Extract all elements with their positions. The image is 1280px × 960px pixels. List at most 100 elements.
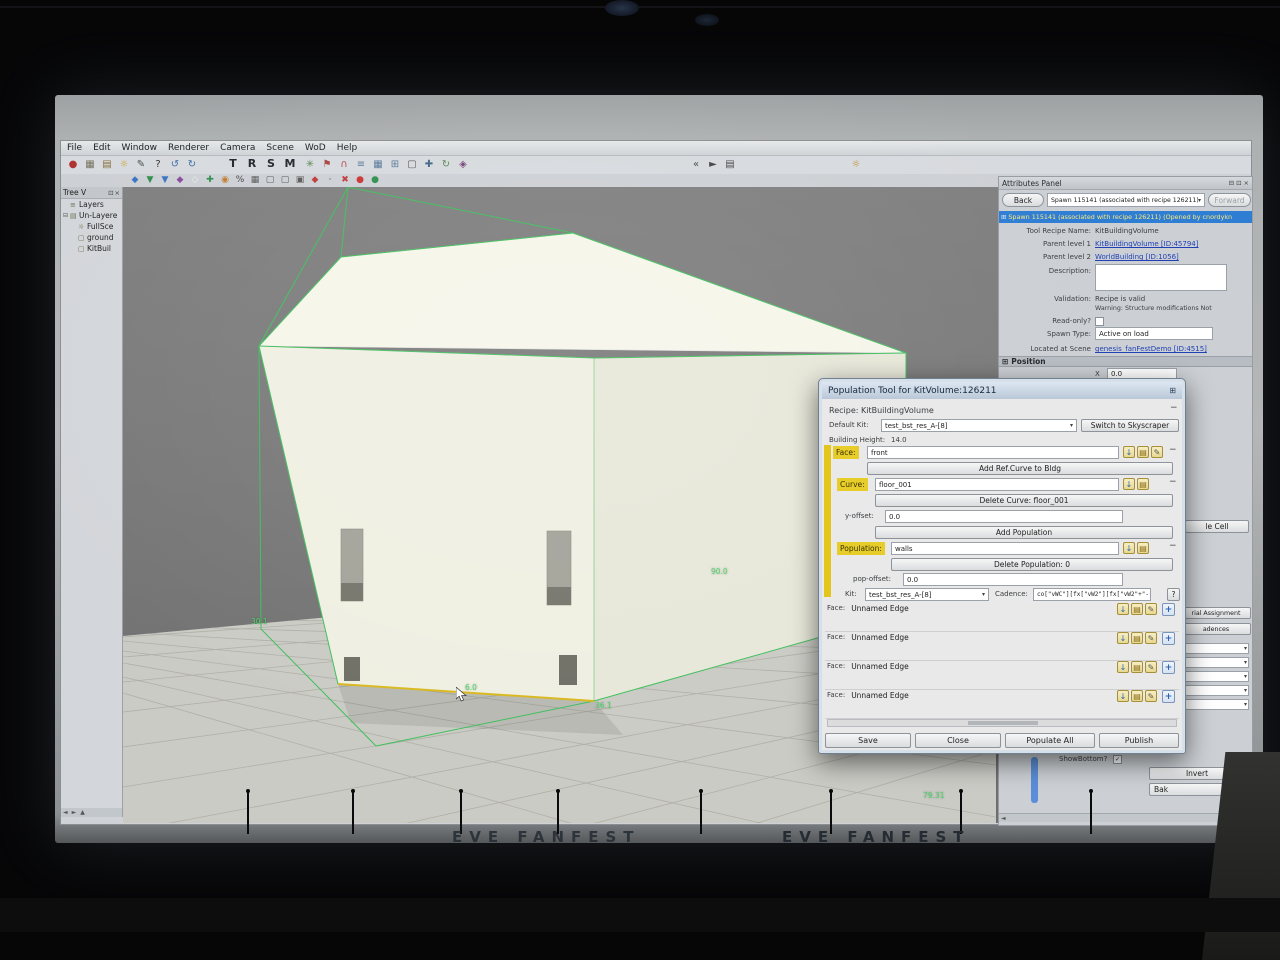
record-icon[interactable]: ● [66,158,80,172]
transform-mode-button[interactable]: T [225,157,241,170]
window-menu-icon[interactable]: ⊞ [1169,386,1176,395]
add-ref-curve-button[interactable]: Add Ref.Curve to Bldg [867,462,1173,475]
open-icon[interactable]: ▦ [83,158,97,172]
download-icon[interactable]: ↓ [1117,661,1129,673]
readonly-checkbox[interactable] [1095,317,1104,326]
download-icon[interactable]: ↓ [1123,446,1135,458]
cadence-field[interactable]: co["vWC"][fx["vW2"][fx["vW2"+"- ▾ [1033,588,1151,601]
pin-icon[interactable]: ⊟ [1229,179,1234,187]
face-row[interactable]: Face: Unnamed Edge ↓ ▤ ✎ + [825,661,1179,690]
kit-dropdown[interactable]: test_bst_res_A-[8] ▾ [865,588,989,601]
folder-icon[interactable]: ▤ [1131,632,1143,644]
dropdown-stub[interactable]: ▾ [1179,671,1249,682]
marker-red-icon[interactable]: ◆ [309,175,321,186]
add-face-icon[interactable]: + [1162,661,1175,674]
plant-icon[interactable]: ✳ [303,158,317,172]
play-icon[interactable]: ► [706,158,720,172]
edit-icon[interactable]: ✎ [1151,446,1163,458]
orbit-icon[interactable]: ◉ [219,175,231,186]
panel-horizontal-scrollbar[interactable]: ◄ ► [999,813,1252,822]
dialog-titlebar[interactable]: Population Tool for KitVolume:126211 ⊞ [822,382,1182,399]
expand-icon[interactable]: ⊞ [1002,357,1008,366]
camera-select-icon[interactable]: ◆ [129,175,141,186]
layers-list-icon[interactable]: ≡ [354,158,368,172]
y-offset-field[interactable]: 0.0 [885,510,1123,523]
add-face-icon[interactable]: + [1162,632,1175,645]
cadences-fragment[interactable]: adences [1181,623,1251,635]
diamond-outline-icon[interactable]: ◇ [189,175,201,186]
grid-toggle-icon[interactable]: ▦ [249,175,261,186]
close-icon[interactable]: × [1244,179,1249,187]
green-dot-icon[interactable]: ● [369,175,381,186]
folder-icon[interactable]: ▤ [1137,446,1149,458]
transform-mode-button[interactable]: R [244,157,260,170]
percent-icon[interactable]: % [234,175,246,186]
transform-mode-button[interactable]: M [282,157,298,170]
marquee-icon[interactable]: ▢ [405,158,419,172]
download-icon[interactable]: ↓ [1123,542,1135,554]
menu-item[interactable]: Help [337,143,358,153]
magnet-icon[interactable]: ∩ [337,158,351,172]
add-face-icon[interactable]: + [1162,603,1175,616]
film-icon[interactable]: ▤ [723,158,737,172]
pane-filled-icon[interactable]: ▣ [294,175,306,186]
close-button[interactable]: Close [915,733,1001,748]
float-icon[interactable]: ⊡ [1236,179,1241,187]
rotate-icon[interactable]: ↻ [439,158,453,172]
face-name-field[interactable]: front [867,446,1119,459]
tree-item[interactable]: ⊟ ▤ Un-Layere [61,210,122,221]
publish-button[interactable]: Publish [1099,733,1179,748]
edit-icon[interactable]: ✎ [1145,690,1157,702]
flag-icon[interactable]: ⚑ [320,158,334,172]
expand-icon[interactable]: ⊞ [1001,213,1006,221]
dropdown-stub[interactable]: ▾ [1179,699,1249,710]
located-link[interactable]: genesis_fanFestDemo [ID:4515] [1095,345,1207,353]
tree-item[interactable]: ≡ Layers [61,199,122,210]
switch-to-skyscraper-button[interactable]: Switch to Skyscraper [1081,419,1179,432]
save-button[interactable]: Save [825,733,911,748]
scroll-right-icon[interactable]: ► [72,809,77,816]
face-row[interactable]: Face: Unnamed Edge ↓ ▤ ✎ + [825,690,1179,719]
description-field[interactable] [1095,264,1227,291]
edit-icon[interactable]: ✎ [1145,661,1157,673]
pane-icon[interactable]: ▢ [279,175,291,186]
cell-button-fragment[interactable]: le Cell [1185,520,1249,533]
dropdown-blue-icon[interactable]: ▼ [159,175,171,186]
pencil-icon[interactable]: ✎ [134,158,148,172]
folder-icon[interactable]: ▤ [1131,690,1143,702]
help-icon[interactable]: ? [151,158,165,172]
dropdown-stub[interactable]: ▾ [1179,685,1249,696]
folder-icon[interactable]: ▤ [1131,603,1143,615]
dropdown-stub[interactable]: ▾ [1179,657,1249,668]
diamond-purple-icon[interactable]: ◆ [174,175,186,186]
dropdown-green-icon[interactable]: ▼ [144,175,156,186]
menu-item[interactable]: Edit [93,143,110,153]
add-population-button[interactable]: Add Population [875,526,1173,539]
undo-icon[interactable]: ↺ [168,158,182,172]
tree-item[interactable]: ▢ ground [61,232,122,243]
material-assignment-fragment[interactable]: rial Assignment [1181,607,1251,619]
parent2-link[interactable]: WorldBuilding [ID:1056] [1095,253,1179,261]
redo-icon[interactable]: ↻ [185,158,199,172]
face-row[interactable]: Face: Unnamed Edge ↓ ▤ ✎ + [825,603,1179,632]
delete-icon[interactable]: ✖ [339,175,351,186]
edit-icon[interactable]: ✎ [1145,603,1157,615]
folder-icon[interactable]: ▤ [1137,542,1149,554]
download-icon[interactable]: ↓ [1123,478,1135,490]
add-icon[interactable]: ✚ [204,175,216,186]
default-kit-dropdown[interactable]: test_bst_res_A-[8] ▾ [881,419,1077,432]
add-face-icon[interactable]: + [1162,690,1175,703]
collapse-icon[interactable]: − [1169,541,1177,551]
back-button[interactable]: Back [1002,193,1044,207]
tree-item[interactable]: ☼ FullSce [61,221,122,232]
dropdown-stub[interactable]: ▾ [1179,643,1249,654]
crosshair-icon[interactable]: ✚ [422,158,436,172]
folder-icon[interactable]: ▤ [1137,478,1149,490]
tree-panel-scrollbar[interactable]: ◄ ► ▲ [61,808,122,817]
collapse-icon[interactable]: − [1170,403,1178,413]
tree-item[interactable]: ▢ KitBuil [61,243,122,254]
position-section-header[interactable]: ⊞ Position [999,356,1252,367]
collapse-icon[interactable]: − [1169,477,1177,487]
scroll-up-icon[interactable]: ▲ [80,809,85,816]
parent1-link[interactable]: KitBuildingVolume [ID:45794] [1095,240,1198,248]
